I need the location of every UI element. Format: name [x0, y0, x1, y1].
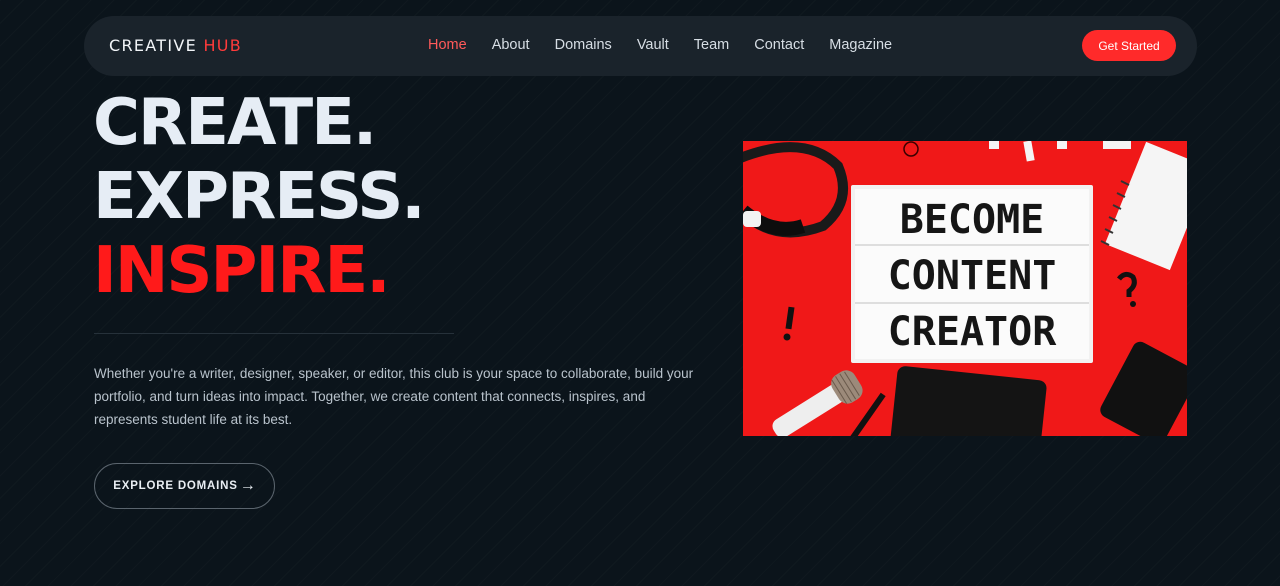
explore-domains-button[interactable]: EXPLORE DOMAINS →	[94, 463, 275, 509]
lightbox-sign: BECOME CONTENT CREATOR	[851, 185, 1093, 363]
get-started-button[interactable]: Get Started	[1082, 30, 1176, 61]
navbar: CREATIVE HUB Home About Domains Vault Te…	[84, 16, 1197, 76]
nav-item-magazine[interactable]: Magazine	[829, 37, 892, 53]
nav-item-domains[interactable]: Domains	[555, 37, 612, 53]
brand-logo[interactable]: CREATIVE HUB	[109, 36, 242, 55]
hero-description: Whether you're a writer, designer, speak…	[94, 366, 694, 427]
lightbox-word-1: BECOME	[900, 197, 1045, 243]
arrow-right-icon: →	[239, 477, 256, 494]
headline-line-inspire: INSPIRE.	[93, 234, 390, 308]
hero-image-illustration: BECOME CONTENT CREATOR	[743, 141, 1187, 436]
nav-item-contact[interactable]: Contact	[754, 37, 804, 53]
lightbox-word-3: CREATOR	[888, 309, 1057, 355]
headline-line-create: CREATE.	[93, 86, 377, 160]
nav-item-home[interactable]: Home	[428, 37, 467, 53]
nav-item-team[interactable]: Team	[694, 37, 729, 53]
headline-line-express: EXPRESS.	[93, 160, 426, 234]
explore-domains-label: EXPLORE DOMAINS	[113, 480, 238, 492]
hero-divider	[94, 333, 454, 334]
nav-item-vault[interactable]: Vault	[637, 37, 669, 53]
hero-image: BECOME CONTENT CREATOR	[743, 141, 1187, 436]
lightbox-word-2: CONTENT	[888, 253, 1057, 299]
nav-menu: Home About Domains Vault Team Contact Ma…	[428, 37, 892, 53]
brand-name-part1: CREATIVE	[109, 36, 198, 55]
nav-item-about[interactable]: About	[492, 37, 530, 53]
brand-name-part2: HUB	[203, 36, 243, 55]
hero-headline: CREATE. EXPRESS. INSPIRE.	[93, 86, 426, 308]
